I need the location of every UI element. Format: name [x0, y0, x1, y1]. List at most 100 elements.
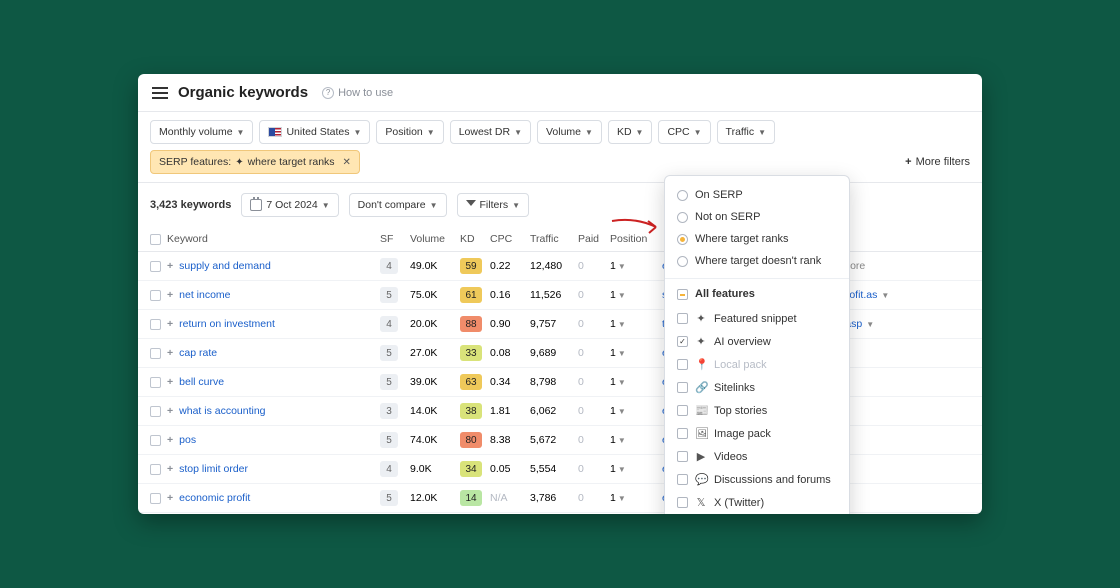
dd-radio-option[interactable]: Where target doesn't rank	[665, 250, 849, 272]
dd-feature-option[interactable]: ▶Videos	[665, 445, 849, 468]
row-checkbox[interactable]	[150, 319, 161, 330]
filter-country[interactable]: United States▼	[259, 120, 370, 144]
expand-icon[interactable]: +	[167, 260, 173, 272]
checkbox-icon	[677, 428, 688, 439]
keyword-link[interactable]: supply and demand	[179, 260, 271, 272]
more-filters-button[interactable]: + More filters	[905, 156, 970, 168]
dd-feature-option[interactable]: 🖼Image pack	[665, 422, 849, 445]
expand-icon[interactable]: +	[167, 492, 173, 504]
paid-value: 0	[578, 289, 610, 301]
filter-serp-features[interactable]: SERP features: ✦ where target ranks ✕	[150, 150, 360, 174]
volume-value: 9.0K	[410, 463, 460, 475]
volume-value: 39.0K	[410, 376, 460, 388]
col-traffic[interactable]: Traffic	[530, 233, 578, 245]
cpc-value: 0.05	[490, 463, 530, 475]
dd-feature-label: AI overview	[714, 336, 771, 348]
row-checkbox[interactable]	[150, 493, 161, 504]
keyword-link[interactable]: what is accounting	[179, 405, 265, 417]
dd-feature-option[interactable]: 💬Discussions and forums	[665, 468, 849, 491]
cpc-value: 0.22	[490, 260, 530, 272]
filter-cpc[interactable]: CPC▼	[658, 120, 710, 144]
expand-icon[interactable]: +	[167, 376, 173, 388]
dd-feature-option[interactable]: ✦AI overview	[665, 330, 849, 353]
select-all-checkbox[interactable]	[150, 234, 161, 245]
col-keyword[interactable]: Keyword	[167, 233, 208, 245]
volume-value: 27.0K	[410, 347, 460, 359]
filter-monthly-volume[interactable]: Monthly volume▼	[150, 120, 253, 144]
keyword-link[interactable]: pos	[179, 434, 196, 446]
paid-value: 0	[578, 347, 610, 359]
us-flag-icon	[268, 127, 282, 137]
cpc-value: 0.90	[490, 318, 530, 330]
dd-feature-option[interactable]: 🔗Sitelinks	[665, 376, 849, 399]
keyword-link[interactable]: net income	[179, 289, 230, 301]
date-picker[interactable]: 7 Oct 2024 ▼	[241, 193, 338, 217]
dd-radio-option[interactable]: Where target ranks	[665, 228, 849, 250]
col-paid[interactable]: Paid	[578, 233, 610, 245]
filter-kd[interactable]: KD▼	[608, 120, 653, 144]
compare-picker[interactable]: Don't compare ▼	[349, 193, 447, 217]
col-sf[interactable]: SF	[380, 233, 410, 245]
keyword-link[interactable]: bell curve	[179, 376, 224, 388]
chevron-down-icon: ▼	[585, 128, 593, 137]
traffic-value: 6,062	[530, 405, 578, 417]
expand-icon[interactable]: +	[167, 347, 173, 359]
table-row: +rate of change548.0K18N/A3,78601 ▼erms/…	[138, 513, 982, 514]
keyword-link[interactable]: economic profit	[179, 492, 250, 504]
close-icon[interactable]: ✕	[343, 157, 351, 168]
row-checkbox[interactable]	[150, 377, 161, 388]
position-value: 1 ▼	[610, 492, 662, 504]
expand-icon[interactable]: +	[167, 289, 173, 301]
filter-position[interactable]: Position▼	[376, 120, 443, 144]
expand-icon[interactable]: +	[167, 318, 173, 330]
hamburger-icon[interactable]	[152, 87, 168, 99]
dd-feature-option[interactable]: 𝕏X (Twitter)	[665, 491, 849, 514]
keywords-table: Keyword SF Volume KD CPC Traffic Paid Po…	[138, 227, 982, 514]
dd-option-label: Where target doesn't rank	[695, 255, 821, 267]
radio-icon	[677, 256, 688, 267]
filter-lowest-dr[interactable]: Lowest DR▼	[450, 120, 531, 144]
row-checkbox[interactable]	[150, 290, 161, 301]
chevron-down-icon: ▼	[430, 201, 438, 210]
chevron-down-icon: ▼	[618, 320, 626, 329]
dd-feature-option[interactable]: ✦Featured snippet	[665, 307, 849, 330]
filters-button[interactable]: Filters ▼	[457, 193, 530, 217]
row-checkbox[interactable]	[150, 435, 161, 446]
row-checkbox[interactable]	[150, 261, 161, 272]
keyword-link[interactable]: return on investment	[179, 318, 275, 330]
position-value: 1 ▼	[610, 463, 662, 475]
chevron-down-icon: ▼	[618, 494, 626, 503]
col-cpc[interactable]: CPC	[490, 233, 530, 245]
keyword-link[interactable]: cap rate	[179, 347, 217, 359]
row-checkbox[interactable]	[150, 464, 161, 475]
kd-badge: 61	[460, 287, 482, 303]
row-checkbox[interactable]	[150, 348, 161, 359]
sf-badge: 5	[380, 432, 398, 448]
col-volume[interactable]: Volume	[410, 233, 460, 245]
kd-badge: 38	[460, 403, 482, 419]
position-value: 1 ▼	[610, 347, 662, 359]
expand-icon[interactable]: +	[167, 434, 173, 446]
row-checkbox[interactable]	[150, 406, 161, 417]
filter-volume[interactable]: Volume▼	[537, 120, 602, 144]
calendar-icon	[250, 199, 262, 211]
table-header: Keyword SF Volume KD CPC Traffic Paid Po…	[138, 227, 982, 252]
dd-feature-label: Local pack	[714, 359, 767, 371]
col-kd[interactable]: KD	[460, 233, 490, 245]
dd-all-features[interactable]: All features	[665, 283, 849, 305]
how-to-use-link[interactable]: ? How to use	[322, 87, 393, 99]
keyword-link[interactable]: stop limit order	[179, 463, 248, 475]
table-row: +cap rate527.0K330.089,68901 ▼erms/c/cap…	[138, 339, 982, 368]
expand-icon[interactable]: +	[167, 405, 173, 417]
volume-value: 14.0K	[410, 405, 460, 417]
dd-radio-option[interactable]: Not on SERP	[665, 206, 849, 228]
expand-icon[interactable]: +	[167, 463, 173, 475]
col-position[interactable]: Position	[610, 233, 662, 245]
filter-traffic[interactable]: Traffic▼	[717, 120, 776, 144]
chevron-down-icon: ▼	[618, 436, 626, 445]
kd-badge: 14	[460, 490, 482, 506]
pill-label: Lowest DR	[459, 126, 510, 138]
sf-badge: 5	[380, 374, 398, 390]
dd-radio-option[interactable]: On SERP	[665, 184, 849, 206]
dd-feature-option[interactable]: 📰Top stories	[665, 399, 849, 422]
